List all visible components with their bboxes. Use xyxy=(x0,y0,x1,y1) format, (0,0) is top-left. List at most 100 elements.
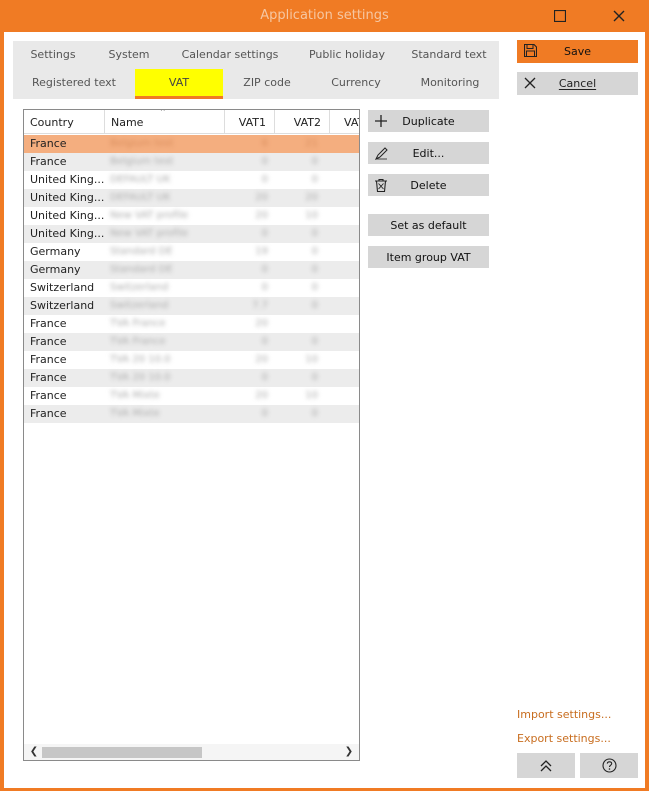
settings-client-area: Settings System Calendar settings Public… xyxy=(4,32,645,788)
collapse-up-button[interactable] xyxy=(517,753,575,778)
cell-name: Standard DE xyxy=(110,264,173,275)
cell-country: United King... xyxy=(30,209,105,222)
table-row[interactable]: United King... New VAT profile 20 10 xyxy=(24,207,359,225)
tab-vat[interactable]: VAT xyxy=(135,69,223,99)
plus-icon xyxy=(374,113,388,129)
title-bar: Application settings xyxy=(0,0,649,32)
table-row[interactable]: United King... New VAT profile 0 0 xyxy=(24,225,359,243)
help-button[interactable] xyxy=(580,753,638,778)
cell-name: Switzerland xyxy=(110,282,169,293)
vat-grid[interactable]: Country Name VAT1 VAT2 VAT ⌃ France Belgi… xyxy=(23,109,360,761)
duplicate-button[interactable]: Duplicate xyxy=(368,110,489,132)
item-group-vat-button[interactable]: Item group VAT xyxy=(368,246,489,268)
cell-vat1: 20 xyxy=(255,318,268,329)
cell-name: TVA Mixte xyxy=(110,390,160,401)
delete-button[interactable]: Delete xyxy=(368,174,489,196)
cell-vat1: 0 xyxy=(261,408,268,419)
table-row[interactable]: France TVA France 0 0 xyxy=(24,333,359,351)
cell-vat1: 20 xyxy=(255,390,268,401)
cell-vat1: 20 xyxy=(255,192,268,203)
cancel-button[interactable]: Cancel xyxy=(517,72,638,95)
column-header-vat1[interactable]: VAT1 xyxy=(225,110,275,134)
tab-settings[interactable]: Settings xyxy=(13,41,93,69)
horizontal-scrollbar[interactable]: ❮ ❯ xyxy=(24,744,359,760)
column-header-country[interactable]: Country xyxy=(24,110,105,134)
cell-vat1: 19 xyxy=(255,246,268,257)
scrollbar-thumb[interactable] xyxy=(42,747,202,758)
column-header-vat2[interactable]: VAT2 xyxy=(275,110,330,134)
scroll-left-icon[interactable]: ❮ xyxy=(26,744,42,760)
cell-name: DEFAULT UK xyxy=(110,174,171,185)
cell-name: Belgium test xyxy=(110,156,174,167)
cell-vat1: 0 xyxy=(261,228,268,239)
cell-country: France xyxy=(30,353,67,366)
edit-button[interactable]: Edit... xyxy=(368,142,489,164)
cell-vat2: 0 xyxy=(311,300,318,311)
cell-name: Switzerland xyxy=(110,300,169,311)
help-icon xyxy=(601,758,617,773)
cell-vat2: 0 xyxy=(311,228,318,239)
cell-country: France xyxy=(30,407,67,420)
table-row[interactable]: Germany Standard DE 19 0 xyxy=(24,243,359,261)
cell-vat2: 0 xyxy=(311,264,318,275)
cell-vat1: 0 xyxy=(261,282,268,293)
cell-vat1: 0 xyxy=(261,174,268,185)
column-header-vat3[interactable]: VAT xyxy=(330,110,359,134)
cell-vat2: 0 xyxy=(311,156,318,167)
tab-monitoring[interactable]: Monitoring xyxy=(401,69,499,97)
table-row[interactable]: France Belgium test 6 21 xyxy=(24,135,359,153)
scroll-right-icon[interactable]: ❯ xyxy=(341,744,357,760)
cell-name: New VAT profile xyxy=(110,210,189,221)
cell-vat2: 20 xyxy=(305,192,318,203)
settings-tabs: Settings System Calendar settings Public… xyxy=(13,41,499,99)
tab-currency[interactable]: Currency xyxy=(311,69,401,97)
cell-country: France xyxy=(30,155,67,168)
cell-name: New VAT profile xyxy=(110,228,189,239)
table-row[interactable]: France TVA Mixte 20 10 xyxy=(24,387,359,405)
table-row[interactable]: France TVA Mixte 0 0 xyxy=(24,405,359,423)
set-as-default-label: Set as default xyxy=(390,218,467,232)
table-row[interactable]: Switzerland Switzerland 7.7 0 xyxy=(24,297,359,315)
table-row[interactable]: France Belgium test 0 0 xyxy=(24,153,359,171)
cell-vat1: 7.7 xyxy=(252,300,268,311)
tab-system[interactable]: System xyxy=(93,41,165,69)
close-icon xyxy=(613,10,625,22)
tab-zip-code[interactable]: ZIP code xyxy=(223,69,311,97)
tab-calendar-settings[interactable]: Calendar settings xyxy=(165,41,295,69)
maximize-button[interactable] xyxy=(545,3,575,29)
cell-vat2: 0 xyxy=(311,336,318,347)
cell-vat1: 20 xyxy=(255,210,268,221)
cell-vat2: 0 xyxy=(311,282,318,293)
trash-icon xyxy=(374,177,388,193)
table-row[interactable]: France TVA 20 10.0 20 10 xyxy=(24,351,359,369)
cell-country: France xyxy=(30,317,67,330)
export-settings-link[interactable]: Export settings... xyxy=(517,732,611,745)
close-button[interactable] xyxy=(604,3,634,29)
table-row[interactable]: United King... DEFAULT UK 20 20 xyxy=(24,189,359,207)
cell-vat2: 0 xyxy=(311,408,318,419)
tab-registered-text[interactable]: Registered text xyxy=(13,69,135,97)
cell-vat1: 20 xyxy=(255,354,268,365)
table-row[interactable]: Switzerland Switzerland 0 0 xyxy=(24,279,359,297)
tab-standard-text[interactable]: Standard text xyxy=(399,41,499,69)
tab-public-holiday[interactable]: Public holiday xyxy=(295,41,399,69)
cell-country: France xyxy=(30,335,67,348)
x-icon xyxy=(524,77,536,92)
cell-name: DEFAULT UK xyxy=(110,192,171,203)
cell-country: United King... xyxy=(30,191,105,204)
sort-ascending-icon: ⌃ xyxy=(159,109,167,118)
set-as-default-button[interactable]: Set as default xyxy=(368,214,489,236)
cell-vat2: 0 xyxy=(311,174,318,185)
cell-name: TVA Mixte xyxy=(110,408,160,419)
cell-country: France xyxy=(30,389,67,402)
save-button[interactable]: Save xyxy=(517,40,638,63)
table-row[interactable]: Germany Standard DE 0 0 xyxy=(24,261,359,279)
table-row[interactable]: France TVA France 20 xyxy=(24,315,359,333)
cell-name: TVA 20 10.0 xyxy=(110,354,171,365)
save-icon xyxy=(523,43,538,60)
cell-country: Switzerland xyxy=(30,281,95,294)
cell-country: France xyxy=(30,371,67,384)
table-row[interactable]: France TVA 20 10.0 0 0 xyxy=(24,369,359,387)
import-settings-link[interactable]: Import settings... xyxy=(517,708,611,721)
table-row[interactable]: United King... DEFAULT UK 0 0 xyxy=(24,171,359,189)
